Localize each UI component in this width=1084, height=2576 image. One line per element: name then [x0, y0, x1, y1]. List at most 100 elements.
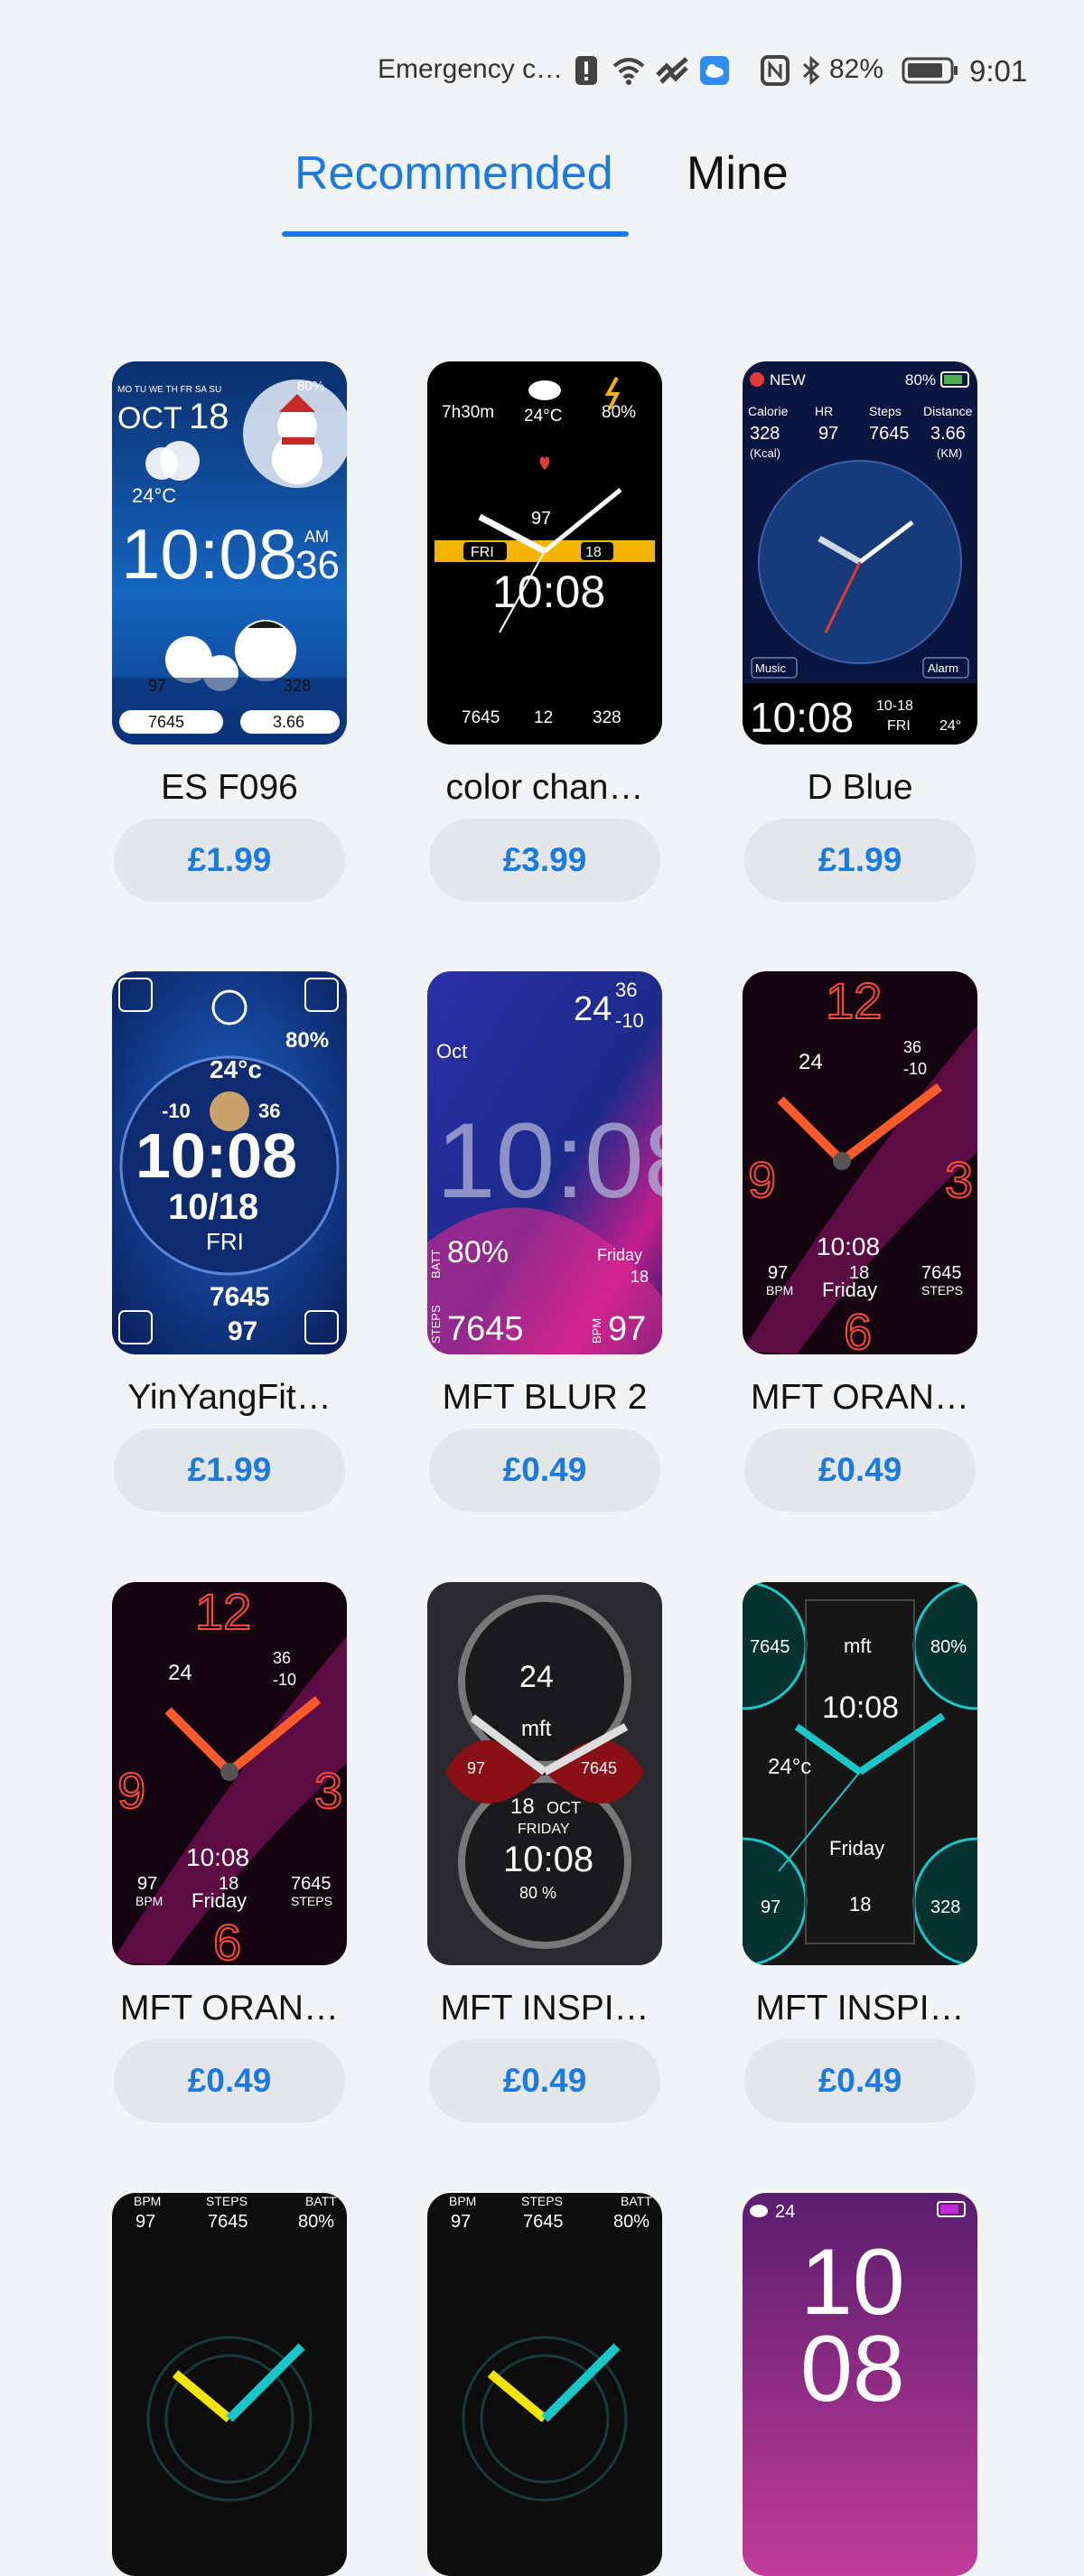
- alarm-shortcut: Alarm: [928, 661, 958, 675]
- weekday: FRI: [471, 545, 494, 560]
- temperature: 24°c: [768, 1755, 811, 1779]
- health-signal-icon: [654, 54, 690, 87]
- watch-face-name[interactable]: YinYangFit…: [83, 1378, 376, 1418]
- brand-logo: mft: [844, 1635, 872, 1657]
- temperature: 24: [799, 1050, 823, 1074]
- watch-face-thumbnail[interactable]: 7645 80% mft 10:08 24°c Friday 97 18 328: [743, 1582, 977, 1965]
- temperature: 24: [168, 1661, 192, 1685]
- bluetooth-icon: [800, 54, 822, 87]
- watch-face-thumbnail[interactable]: 80% 24°c -10 36 10:08 10/18 FRI 7645 97: [112, 971, 347, 1354]
- watch-face-name[interactable]: MFT ORAN…: [714, 1378, 1006, 1418]
- temperature: 24: [775, 2202, 795, 2222]
- tab-recommended[interactable]: Recommended: [294, 146, 613, 201]
- watch-face-thumbnail[interactable]: 12 9 3 6 24 36 -10 10:08 97 18 7645 BPM …: [112, 1582, 347, 1965]
- temperature: 24°c: [210, 1055, 262, 1083]
- calories: 328: [284, 677, 311, 695]
- watch-face-thumbnail[interactable]: 24 mft 97 7645 18 OCT FRIDAY 10:08 80 %: [427, 1582, 662, 1965]
- time-display: 10:08: [436, 1101, 662, 1221]
- heart-rate: 97: [531, 509, 551, 529]
- price-button[interactable]: £0.49: [429, 2039, 660, 2122]
- steps: 7645: [523, 2212, 564, 2232]
- price-button[interactable]: £0.49: [114, 2039, 345, 2122]
- watch-face-name[interactable]: MFT INSPI…: [398, 1989, 691, 2028]
- time-display: 10:08: [492, 567, 605, 617]
- watch-face-thumbnail[interactable]: 24 10 08: [743, 2193, 977, 2576]
- date: 18: [631, 1268, 649, 1286]
- stairs: 12: [534, 708, 553, 727]
- battery-percent: 82%: [829, 54, 884, 84]
- km-unit: (KM): [937, 446, 962, 460]
- cloud-app-icon: [699, 54, 730, 87]
- weekday: FRI: [887, 718, 911, 734]
- watch-face-name[interactable]: MFT INSPI…: [714, 1989, 1006, 2028]
- svg-text:3: 3: [314, 1762, 342, 1819]
- wifi-icon: [611, 54, 647, 87]
- watch-face-thumbnail[interactable]: 7h30m 24°C 80% 97 FRI 18 10:08 7645 12 3…: [427, 361, 662, 745]
- steps-label: STEPS: [521, 2194, 563, 2208]
- low-temp: -10: [615, 1009, 644, 1032]
- svg-text:6: 6: [213, 1914, 241, 1965]
- clock-time: 9:01: [969, 54, 1028, 88]
- price-button[interactable]: £3.99: [429, 819, 660, 902]
- time-display: 10:08: [817, 1232, 880, 1260]
- price-button[interactable]: £1.99: [114, 819, 345, 902]
- steps: 7645: [210, 1282, 270, 1312]
- steps-label: STEPS: [206, 2194, 248, 2208]
- calorie-label: Calorie: [748, 404, 789, 418]
- watch-face-thumbnail[interactable]: 24 36 -10 Oct 10:08 80% Friday 18 7645 9…: [427, 971, 662, 1354]
- high-temp: 36: [273, 1649, 291, 1667]
- watch-face-thumbnail[interactable]: MO TU WE TH FR SA SU 80% OCT 18 24°C 10:…: [112, 361, 347, 745]
- temperature: 24: [574, 990, 612, 1028]
- watch-face-thumbnail[interactable]: BPM STEPS BATT 97 7645 80%: [112, 2193, 347, 2576]
- weekday: Friday: [829, 1837, 884, 1859]
- price-button[interactable]: £0.49: [744, 1429, 976, 1512]
- price-button[interactable]: £0.49: [429, 1429, 660, 1512]
- price-button[interactable]: £0.49: [744, 2039, 976, 2122]
- watch-face-name[interactable]: D Blue: [714, 768, 1006, 808]
- date: 10/18: [168, 1187, 258, 1227]
- day-label: 18: [189, 397, 229, 436]
- high-temp: 36: [258, 1100, 280, 1122]
- watch-face-thumbnail[interactable]: NEW 80% Calorie HR Steps Distance 328 97…: [743, 361, 977, 745]
- steps: 7645: [447, 1310, 524, 1348]
- time-display: 10:08: [136, 1120, 297, 1191]
- steps: 7645: [148, 713, 184, 731]
- temperature: 24°: [939, 718, 961, 734]
- svg-text:9: 9: [117, 1762, 145, 1819]
- heart-rate: 97: [228, 1316, 257, 1346]
- time-display: 10:08: [121, 514, 297, 594]
- low-temp: -10: [162, 1100, 191, 1122]
- heart-rate: 97: [818, 424, 838, 444]
- battery-label: 80 %: [519, 1884, 556, 1902]
- calories: 328: [593, 708, 621, 727]
- steps: 7645: [462, 708, 500, 727]
- temperature: 24°C: [524, 407, 562, 426]
- steps-label: STEPS: [429, 1305, 443, 1344]
- svg-text:12: 12: [826, 972, 882, 1029]
- high-temp: 36: [903, 1038, 921, 1056]
- price-button[interactable]: £1.99: [744, 819, 976, 902]
- bpm-label: BPM: [134, 2194, 161, 2208]
- watch-face-name[interactable]: color chan…: [398, 768, 691, 808]
- battery-label: 80%: [613, 2212, 649, 2232]
- watch-face-name[interactable]: ES F096: [83, 768, 376, 808]
- watch-face-thumbnail[interactable]: 12 9 3 6 24 36 -10 10:08 97 18 7645 BPM …: [743, 971, 977, 1354]
- bpm-label: BPM: [766, 1283, 793, 1297]
- weekday: Friday: [597, 1246, 642, 1264]
- price-button[interactable]: £1.99: [114, 1429, 345, 1512]
- weekday: FRIDAY: [518, 1822, 570, 1837]
- heart-rate: 97: [451, 2212, 471, 2232]
- sleep-duration: 7h30m: [442, 403, 494, 422]
- batt-label: BATT: [621, 2194, 652, 2208]
- calorie-value: 328: [750, 424, 780, 444]
- minute-display: 08: [800, 2317, 905, 2421]
- watch-face-name[interactable]: MFT BLUR 2: [398, 1378, 691, 1418]
- tab-mine[interactable]: Mine: [687, 146, 789, 201]
- time-display: 10:08: [503, 1840, 593, 1879]
- watch-face-name[interactable]: MFT ORAN…: [83, 1989, 376, 2028]
- watch-face-thumbnail[interactable]: BPM STEPS BATT 97 7645 80%: [427, 2193, 662, 2576]
- steps: 7645: [581, 1759, 617, 1777]
- svg-text:6: 6: [844, 1303, 872, 1354]
- date: 18: [585, 545, 602, 560]
- calories: 328: [930, 1897, 960, 1917]
